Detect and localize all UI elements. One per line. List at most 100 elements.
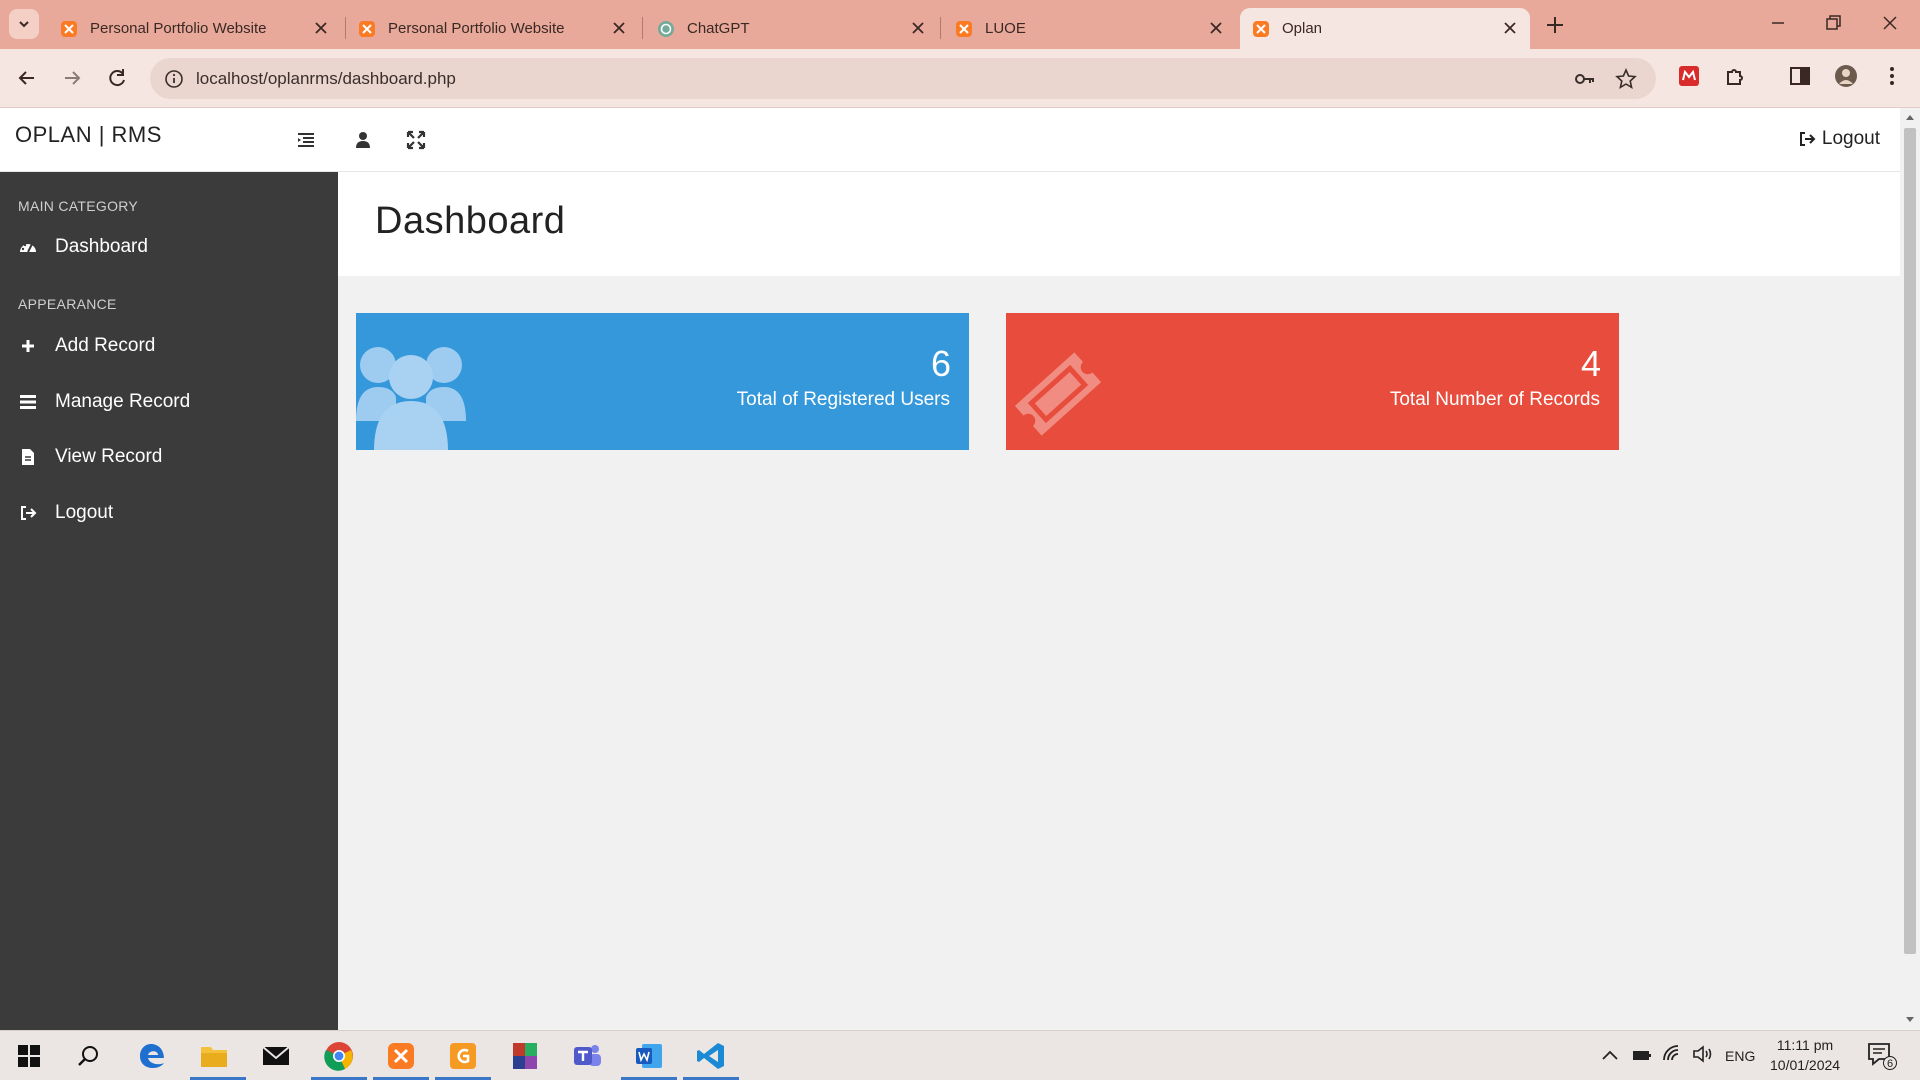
- reload-icon[interactable]: [104, 65, 130, 91]
- close-icon[interactable]: [313, 20, 329, 36]
- back-icon[interactable]: [14, 65, 40, 91]
- browser-menu-icon[interactable]: [1880, 64, 1906, 90]
- list-icon: [18, 392, 38, 412]
- wifi-icon[interactable]: [1662, 1044, 1684, 1064]
- language-indicator[interactable]: ENG: [1725, 1031, 1755, 1080]
- scroll-down-icon[interactable]: [1905, 1016, 1915, 1024]
- vscode-icon: [697, 1043, 724, 1069]
- taskbar-vscode[interactable]: [694, 1039, 728, 1073]
- profile-avatar-icon[interactable]: [1834, 64, 1860, 90]
- browser-tab[interactable]: Personal Portfolio Website: [346, 8, 639, 49]
- sidebar-item-logout[interactable]: Logout: [18, 498, 113, 528]
- brand-logo-text[interactable]: OPLAN | RMS: [15, 122, 162, 148]
- page-scrollbar[interactable]: [1900, 108, 1920, 1030]
- restore-icon[interactable]: [1822, 12, 1844, 34]
- windows-logo-icon: [18, 1045, 40, 1067]
- sidebar-item-view-record[interactable]: View Record: [18, 442, 162, 472]
- user-icon[interactable]: [352, 129, 374, 151]
- xampp-icon: [60, 20, 78, 38]
- close-icon[interactable]: [611, 20, 627, 36]
- site-info-icon[interactable]: [164, 69, 184, 89]
- sidebar: MAIN CATEGORY Dashboard APPEARANCE Add R…: [0, 172, 338, 1030]
- extensions-puzzle-icon[interactable]: [1723, 64, 1749, 90]
- plus-icon: [18, 336, 38, 356]
- taskbar-chrome[interactable]: [322, 1039, 356, 1073]
- tab-separator: [940, 17, 941, 39]
- chrome-icon: [324, 1042, 353, 1071]
- bookmark-star-icon[interactable]: [1615, 68, 1637, 90]
- taskbar-pdf-app[interactable]: [446, 1039, 480, 1073]
- chevron-down-icon: [19, 21, 29, 28]
- taskbar-teams[interactable]: [570, 1039, 604, 1073]
- mail-icon: [262, 1046, 290, 1065]
- windows-taskbar: ENG 11:11 pm 10/01/2024 6: [0, 1030, 1920, 1080]
- taskbar-winrar[interactable]: [508, 1039, 542, 1073]
- battery-icon[interactable]: [1632, 1046, 1652, 1064]
- stat-label: Total Number of Records: [1389, 389, 1600, 410]
- stat-value: 4: [1580, 343, 1601, 384]
- scrollbar-thumb[interactable]: [1904, 128, 1916, 954]
- file-icon: [18, 447, 38, 467]
- new-tab-icon[interactable]: [1544, 14, 1566, 36]
- taskbar-file-explorer[interactable]: [197, 1039, 231, 1073]
- taskbar-mail[interactable]: [259, 1039, 293, 1073]
- folder-icon: [201, 1047, 227, 1067]
- logout-icon: [18, 503, 38, 523]
- side-panel-icon[interactable]: [1788, 64, 1814, 90]
- address-bar[interactable]: localhost/oplanrms/dashboard.php: [150, 58, 1656, 99]
- close-icon[interactable]: [1208, 20, 1224, 36]
- fullscreen-icon[interactable]: [405, 129, 427, 151]
- forward-icon[interactable]: [59, 65, 85, 91]
- xampp-icon: [1252, 20, 1270, 38]
- url-text[interactable]: localhost/oplanrms/dashboard.php: [196, 69, 456, 89]
- xampp-icon: [388, 1043, 414, 1069]
- stat-value: 6: [930, 343, 951, 384]
- page-title: Dashboard: [375, 200, 566, 242]
- notifications-button[interactable]: 6: [1867, 1042, 1897, 1070]
- pdf-app-icon: [450, 1043, 476, 1069]
- clock-date: 10/01/2024: [1770, 1057, 1841, 1073]
- taskbar-word[interactable]: [632, 1039, 666, 1073]
- key-icon[interactable]: [1574, 69, 1596, 89]
- page-header: Dashboard: [338, 172, 1900, 276]
- window-close-icon[interactable]: [1879, 12, 1901, 34]
- browser-tab-active[interactable]: Oplan: [1240, 8, 1530, 49]
- stat-card-registered-users[interactable]: 6 Total of Registered Users: [356, 313, 969, 450]
- sidebar-item-label: Logout: [55, 502, 114, 523]
- extension-mendeley-icon[interactable]: [1677, 64, 1703, 90]
- browser-tab[interactable]: ChatGPT: [645, 8, 938, 49]
- start-button[interactable]: [12, 1039, 46, 1073]
- tray-overflow-chevron-icon[interactable]: [1601, 1048, 1619, 1062]
- sidebar-item-dashboard[interactable]: Dashboard: [18, 232, 148, 262]
- system-clock[interactable]: 11:11 pm 10/01/2024: [1770, 1035, 1840, 1075]
- sidebar-item-manage-record[interactable]: Manage Record: [18, 387, 190, 417]
- taskbar-edge[interactable]: [136, 1039, 170, 1073]
- sidebar-item-label: Dashboard: [55, 236, 148, 257]
- dashboard-icon: [18, 237, 38, 257]
- close-icon[interactable]: [910, 20, 926, 36]
- users-icon: [356, 347, 466, 450]
- sidebar-heading-appearance: APPEARANCE: [18, 296, 117, 312]
- stat-label: Total of Registered Users: [736, 389, 950, 410]
- app-header: OPLAN | RMS Logout: [0, 108, 1900, 172]
- search-button[interactable]: [72, 1039, 106, 1073]
- sidebar-item-add-record[interactable]: Add Record: [18, 331, 155, 361]
- menu-toggle-icon[interactable]: [295, 129, 317, 151]
- search-icon: [78, 1046, 98, 1066]
- minimize-icon[interactable]: [1767, 12, 1789, 34]
- header-logout-button[interactable]: Logout: [1798, 128, 1880, 150]
- main-content: Dashboard 6 Total of Registered Users 4 …: [338, 172, 1900, 1030]
- taskbar-xampp[interactable]: [384, 1039, 418, 1073]
- browser-tab[interactable]: Personal Portfolio Website: [48, 8, 341, 49]
- tab-search-button[interactable]: [9, 9, 39, 39]
- browser-tab[interactable]: LUOE: [943, 8, 1236, 49]
- teams-icon: [574, 1045, 601, 1066]
- tab-title: ChatGPT: [687, 20, 750, 37]
- scroll-up-icon[interactable]: [1905, 113, 1915, 121]
- close-icon[interactable]: [1502, 20, 1518, 36]
- volume-icon[interactable]: [1692, 1044, 1714, 1064]
- chatgpt-icon: [657, 20, 675, 38]
- tab-title: Personal Portfolio Website: [90, 20, 267, 37]
- clock-time: 11:11 pm: [1776, 1037, 1834, 1053]
- stat-card-total-records[interactable]: 4 Total Number of Records: [1006, 313, 1619, 450]
